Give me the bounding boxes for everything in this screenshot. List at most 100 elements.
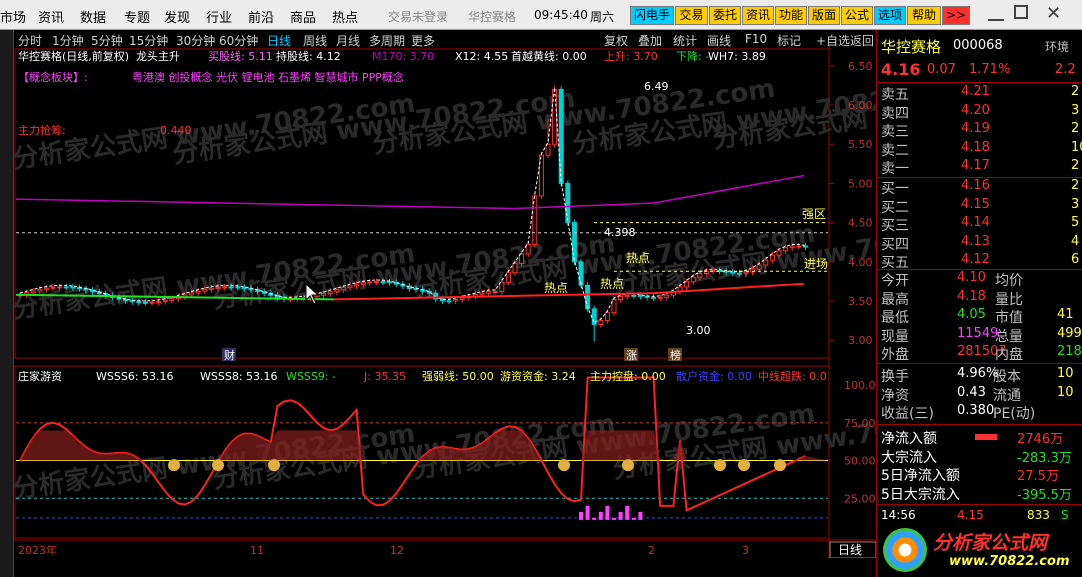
- ask-price: 4.20: [961, 102, 990, 118]
- money-bag-icon: [738, 459, 750, 472]
- price-pct: 1.71%: [969, 62, 1011, 77]
- kline-chart[interactable]: 分析家公式网 www.70822.com分析家公式网 www.70822.com…: [14, 48, 876, 558]
- stat-label: 现量: [881, 328, 909, 345]
- j-value: J: 35.35: [363, 370, 406, 383]
- ask-volume: 10: [1071, 139, 1082, 155]
- period-tab-2[interactable]: 5分钟: [91, 32, 123, 49]
- toolbar-button-9[interactable]: >>: [942, 6, 970, 25]
- period-tab-4[interactable]: 30分钟: [176, 32, 215, 49]
- stat-value: 11549: [957, 325, 999, 341]
- bid-label: 买一: [881, 181, 909, 197]
- tick-price: 4.15: [957, 508, 984, 522]
- fund-label: 换手: [881, 369, 909, 385]
- stat-label: 最高: [881, 291, 909, 308]
- ask-label: 卖五: [881, 87, 909, 103]
- tool-button-0[interactable]: 复权: [604, 32, 628, 49]
- last-price: 4.16: [881, 60, 921, 79]
- quote-panel: 华控赛格 000068 环境 4.16 0.07 1.71% 2.2 卖五 4.21 2 卖四 4.2…: [876, 30, 1082, 577]
- toolbar-button-5[interactable]: 版面: [808, 6, 840, 25]
- tool-button-1[interactable]: 叠加: [638, 32, 662, 49]
- candle: [538, 152, 544, 200]
- period-tab-5[interactable]: 60分钟: [219, 32, 258, 49]
- hold-line-value: 持股线: 4.12: [276, 49, 341, 63]
- brand-name: 分析家公式网: [933, 532, 1048, 554]
- period-toolbar: 分时 1分钟 5分钟 15分钟 30分钟 60分钟 日线 周线 月线 多周期 更多 复权 叠加 统计 画线…: [14, 30, 876, 48]
- sub-axis-label: 75.00: [844, 417, 876, 430]
- flow-label: 5日净流入额: [881, 468, 960, 484]
- bid-price: 4.12: [961, 252, 990, 267]
- tool-button-6[interactable]: +自选: [816, 32, 850, 49]
- ask-price: 4.17: [961, 158, 990, 173]
- toolbar-button-4[interactable]: 功能: [775, 6, 807, 25]
- close-icon[interactable]: ✕: [1046, 3, 1061, 24]
- sub-axis-label: 100.0: [844, 379, 876, 392]
- retail-value: 散户资金: 0.00: [676, 369, 752, 383]
- period-tab-6[interactable]: 日线: [267, 32, 291, 49]
- fund-label: 净资: [881, 387, 909, 404]
- toolbar-button-1[interactable]: 交易: [675, 6, 708, 25]
- bid-price: 4.14: [961, 215, 990, 230]
- bid-volume: 4: [1071, 233, 1080, 249]
- high-label: 6.49: [644, 80, 669, 93]
- tool-button-7[interactable]: 返回: [850, 32, 874, 49]
- left-scrollbar[interactable]: [0, 30, 14, 577]
- menu-item-0[interactable]: 市场: [0, 7, 26, 26]
- period-tab-7[interactable]: 周线: [303, 32, 327, 49]
- zl-label: 主力抢筹:: [18, 123, 66, 137]
- x12-value: X12: 4.55: [455, 50, 508, 63]
- period-tab-9[interactable]: 多周期: [369, 32, 405, 49]
- period-tab-3[interactable]: 15分钟: [129, 32, 168, 49]
- tool-button-4[interactable]: F10: [745, 32, 767, 46]
- period-tab-0[interactable]: 分时: [18, 32, 42, 49]
- stat-value: 4.18: [957, 288, 986, 304]
- formula-name: 龙头主升: [136, 50, 180, 63]
- stat-value: 4.10: [957, 270, 986, 285]
- tool-button-5[interactable]: 标记: [777, 32, 801, 49]
- app-window: 市场 资讯 数据 专题 发现 行业 前沿 商品 热点 交易未登录 华控赛格 09:45:40 周…: [0, 0, 1082, 577]
- menu-item-2[interactable]: 数据: [80, 7, 106, 26]
- hot-label-2: 热点: [600, 277, 624, 291]
- menu-item-3[interactable]: 专题: [124, 7, 150, 26]
- fund-value-2: 10: [1057, 384, 1074, 400]
- toolbar-button-3[interactable]: 资讯: [742, 6, 774, 25]
- tool-button-2[interactable]: 统计: [673, 32, 697, 49]
- up-value: 上升: 3.70: [604, 50, 658, 63]
- m170-value: M170: 3.70: [372, 50, 434, 63]
- price-axis-label: 6.00: [848, 99, 873, 112]
- stock-name: 华控赛格: [881, 38, 942, 56]
- sub-title: 庄家游资: [18, 369, 62, 383]
- price-axis-label: 4.50: [848, 217, 873, 230]
- toolbar-button-2[interactable]: 委托: [709, 6, 741, 25]
- ask-volume: 3: [1071, 102, 1080, 118]
- period-tab-10[interactable]: 更多: [411, 32, 435, 49]
- event-mark: 榜: [670, 348, 681, 362]
- yellow-line-value: 首越黄线: 0.00: [511, 49, 587, 63]
- menu-item-8[interactable]: 热点: [332, 7, 358, 26]
- menu-item-5[interactable]: 行业: [206, 7, 232, 26]
- maximize-icon[interactable]: [1014, 5, 1028, 19]
- ask-volume: 2: [1071, 84, 1080, 99]
- main-control-value: 主力控盘: 0.00: [590, 369, 666, 383]
- menu-item-6[interactable]: 前沿: [248, 7, 274, 26]
- sub-axis-label: 50.00: [844, 455, 876, 468]
- date-label: 12: [390, 544, 404, 557]
- menu-item-4[interactable]: 发现: [164, 7, 190, 26]
- hot-label-3: 热点: [544, 281, 568, 295]
- stock-code: 000068: [953, 38, 1003, 53]
- price-axis-label: 6.50: [848, 60, 873, 73]
- tool-button-3[interactable]: 画线: [707, 32, 731, 49]
- toolbar-button-0[interactable]: 闪电手: [630, 6, 674, 25]
- toolbar-button-8[interactable]: 帮助: [907, 6, 941, 25]
- footer-tab-daily[interactable]: 日线: [838, 543, 862, 557]
- toolbar-button-6[interactable]: 公式: [841, 6, 873, 25]
- menu-item-1[interactable]: 资讯: [38, 7, 64, 26]
- period-tab-8[interactable]: 月线: [336, 32, 360, 49]
- minimize-icon[interactable]: [988, 7, 1004, 21]
- candle: [591, 305, 597, 342]
- toolbar-button-7[interactable]: 选项: [874, 6, 906, 25]
- flow-bar: [975, 434, 997, 440]
- period-tab-1[interactable]: 1分钟: [52, 32, 84, 49]
- date-label: 11: [250, 544, 264, 557]
- menu-item-7[interactable]: 商品: [290, 7, 316, 26]
- price-axis-label: 5.00: [848, 177, 873, 190]
